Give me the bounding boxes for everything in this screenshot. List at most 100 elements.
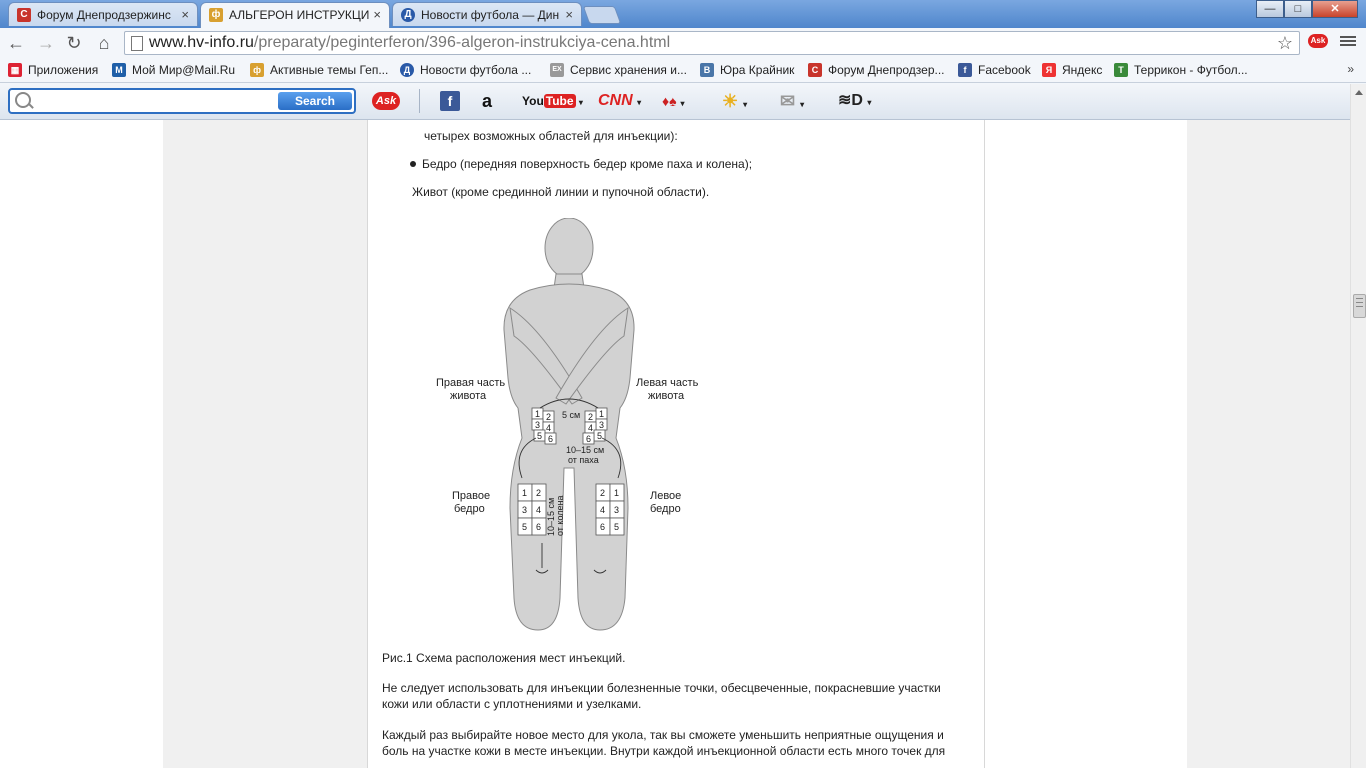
grid-number: 5 [537, 431, 542, 441]
back-button[interactable]: ← [4, 31, 28, 55]
paragraph-1-line-2: кожи или области с уплотнениями и узелка… [382, 697, 642, 711]
apps-grid-icon: ▦ [8, 63, 22, 77]
url-host: www.hv-info.ru [149, 34, 254, 51]
minimize-button[interactable]: — [1256, 0, 1284, 18]
bookmark-football-news[interactable]: Д Новости футбола ... [400, 62, 531, 78]
page-icon [131, 36, 143, 51]
tab-football-news[interactable]: Д Новости футбола — Дин × [392, 2, 582, 26]
toolbar-separator [419, 89, 420, 113]
paragraph-1-line-1: Не следует использовать для инъекции бол… [382, 681, 941, 695]
games-button[interactable]: ♦♠ ▾ [662, 91, 685, 111]
chevron-down-icon: ▾ [680, 99, 685, 108]
bookmark-forum-dnepr[interactable]: C Форум Днепродзер... [808, 62, 945, 78]
ask-search-input[interactable] [38, 92, 282, 112]
new-tab-button[interactable] [582, 6, 622, 24]
amazon-icon[interactable]: a [482, 91, 492, 111]
terrikon-icon: T [1114, 63, 1128, 77]
bookmark-label: Новости футбола ... [420, 63, 532, 77]
ask-extension-icon[interactable]: Ask [1308, 34, 1328, 48]
reload-button[interactable]: ↻ [62, 31, 86, 55]
grid-number: 6 [586, 434, 591, 444]
grid-number: 1 [599, 409, 604, 419]
bookmark-label: Мой Мир@Mail.Ru [132, 63, 236, 77]
bookmark-terrikon[interactable]: T Террикон - Футбол... [1114, 62, 1248, 78]
bookmark-storage-service[interactable]: EX Сервис хранения и... [550, 62, 687, 78]
grid-number: 4 [588, 423, 593, 433]
grid-number: 3 [535, 420, 540, 430]
tab-algeron[interactable]: ф АЛЬГЕРОН ИНСТРУКЦИ × [200, 2, 390, 28]
bookmark-yura[interactable]: B Юра Крайник [700, 62, 794, 78]
left-thigh-label-l2: бедро [650, 503, 681, 515]
maximize-button[interactable]: □ [1284, 0, 1312, 18]
bookmark-label: Террикон - Футбол... [1134, 63, 1248, 77]
mail-envelope-icon: ✉ [780, 91, 796, 111]
scrollbar-thumb[interactable] [1353, 294, 1366, 318]
bookmark-active-topics[interactable]: ф Активные темы Геп... [250, 62, 388, 78]
article-text-line: четырех возможных областей для инъекции)… [424, 129, 678, 143]
bookmark-yandex[interactable]: Я Яндекс [1042, 62, 1102, 78]
grid-number: 6 [600, 522, 605, 532]
mail-button[interactable]: ✉ ▾ [780, 91, 804, 111]
grid-number: 5 [614, 522, 619, 532]
tab-forum[interactable]: C Форум Днепродзержинс × [8, 2, 198, 26]
cnn-icon: CNN [598, 92, 633, 109]
grid-number: 1 [535, 409, 540, 419]
chevron-down-icon: ▾ [743, 100, 748, 109]
chevron-down-icon: ▾ [578, 98, 583, 107]
tab-favicon-icon: Д [401, 8, 415, 22]
grid-number: 4 [600, 505, 605, 515]
ex-icon: EX [550, 63, 564, 77]
right-thigh-label-l1: Правое [452, 490, 490, 502]
chevron-down-icon: ▾ [800, 100, 805, 109]
forum-icon: ф [250, 63, 264, 77]
grid-number: 5 [597, 431, 602, 441]
right-sidebar [984, 120, 1188, 768]
bookmark-star-icon[interactable]: ☆ [1277, 32, 1293, 54]
weather-button[interactable]: ☀ ▾ [722, 91, 747, 111]
url-path: /preparaty/peginterferon/396-algeron-ins… [253, 34, 671, 51]
left-sidebar [163, 120, 368, 768]
close-window-button[interactable]: ✕ [1312, 0, 1358, 18]
bookmark-label: Форум Днепродзер... [828, 63, 945, 77]
page-left-gutter [0, 120, 163, 768]
facebook-icon[interactable]: f [440, 91, 460, 111]
forum-c-icon: C [808, 63, 822, 77]
grid-number: 2 [588, 412, 593, 422]
vertical-scrollbar[interactable] [1350, 84, 1366, 768]
bookmark-facebook[interactable]: f Facebook [958, 62, 1031, 78]
bookmark-label: Facebook [978, 63, 1031, 77]
dynamo-icon: Д [400, 63, 414, 77]
bullet-point [410, 161, 416, 167]
chrome-menu-icon[interactable] [1340, 34, 1356, 48]
close-tab-icon[interactable]: × [181, 3, 189, 26]
five-cm-label: 5 см [562, 410, 580, 420]
right-gutter [1187, 120, 1350, 768]
bookmark-mail-mir[interactable]: M Мой Мир@Mail.Ru [112, 62, 235, 78]
more-bookmarks-icon[interactable]: » [1347, 62, 1354, 76]
chevron-down-icon: ▾ [867, 98, 872, 107]
grid-number: 6 [548, 434, 553, 444]
close-tab-icon[interactable]: × [373, 3, 381, 27]
cnn-button[interactable]: CNN ▾ [598, 91, 641, 111]
address-bar[interactable]: www.hv-info.ru/preparaty/peginterferon/3… [124, 31, 1300, 55]
grid-number: 1 [522, 488, 527, 498]
left-thigh-label-l1: Левое [650, 490, 681, 502]
grid-number: 1 [614, 488, 619, 498]
window-controls: — □ ✕ [1256, 0, 1358, 18]
search-button[interactable]: Search [278, 92, 352, 110]
dictionary-button[interactable]: ≋D ▾ [838, 91, 871, 111]
yandex-icon: Я [1042, 63, 1056, 77]
youtube-button[interactable]: You Tube ▾ [522, 91, 583, 111]
forward-button[interactable]: → [34, 31, 58, 55]
ask-logo-icon[interactable]: Ask [372, 92, 400, 110]
scroll-up-arrow-icon[interactable] [1355, 90, 1363, 95]
grid-number: 2 [536, 488, 541, 498]
tab-title: Форум Днепродзержинс [37, 8, 171, 22]
bookmark-label: Активные темы Геп... [270, 63, 389, 77]
tab-title: АЛЬГЕРОН ИНСТРУКЦИ [229, 8, 369, 22]
close-tab-icon[interactable]: × [565, 3, 573, 26]
ask-toolbar: Search Ask f a You Tube ▾ CNN ▾ ♦♠ ▾ ☀ ▾ … [0, 83, 1366, 120]
home-button[interactable]: ⌂ [92, 31, 116, 55]
bookmark-apps[interactable]: ▦ Приложения [8, 62, 98, 78]
navigation-toolbar: ← → ↻ ⌂ www.hv-info.ru/preparaty/peginte… [0, 28, 1366, 58]
